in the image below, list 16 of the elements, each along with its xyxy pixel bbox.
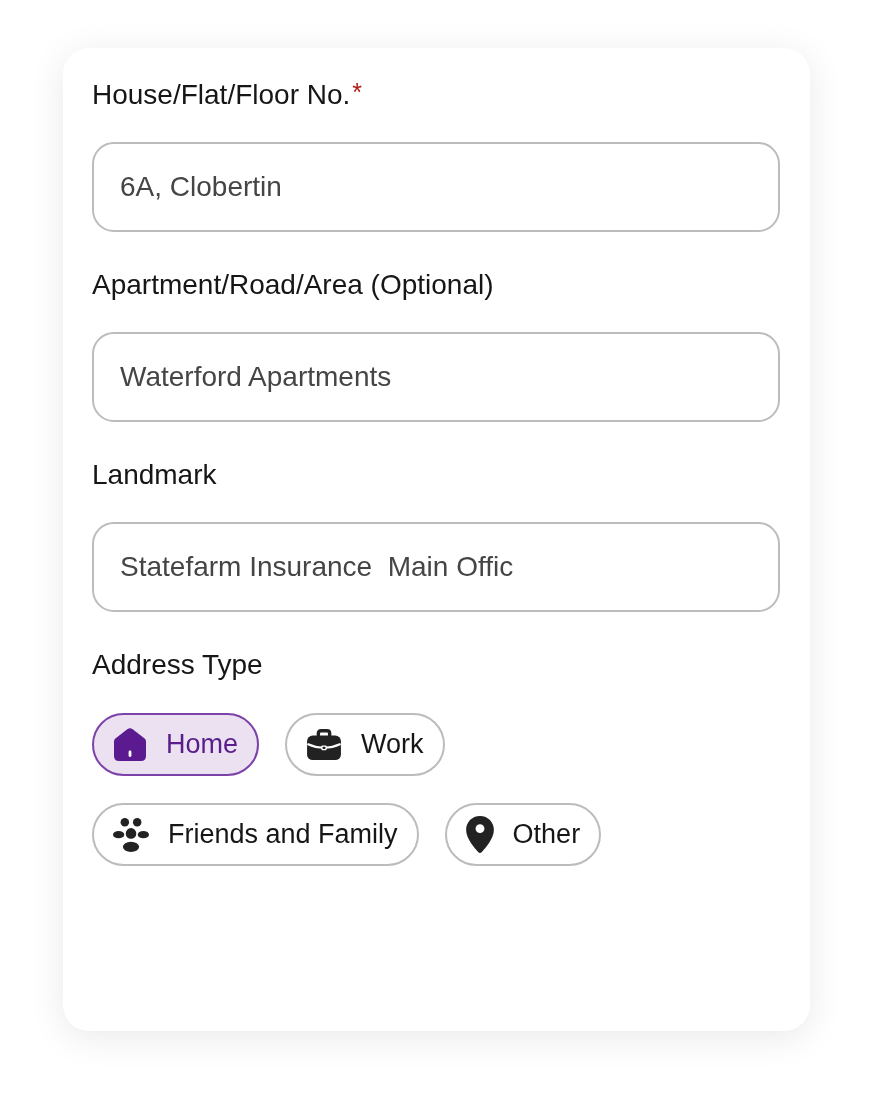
- address-type-chip[interactable]: Work: [285, 713, 445, 776]
- address-type-chip[interactable]: Friends and Family: [92, 803, 419, 866]
- map-pin-icon: [465, 816, 494, 853]
- address-type-chip[interactable]: Other: [444, 803, 602, 866]
- field-label: House/Flat/Floor No.: [92, 80, 351, 110]
- field-label: Apartment/Road/Area (Optional): [92, 270, 494, 300]
- text-input-field[interactable]: 6A, Clobertin: [92, 142, 780, 232]
- address-type-label: Address Type: [92, 650, 263, 680]
- required-asterisk: *: [352, 80, 363, 104]
- people-group-icon: [113, 817, 149, 852]
- home-icon: [113, 727, 147, 762]
- text-input-field[interactable]: Statefarm Insurance Main Offic: [92, 522, 780, 612]
- briefcase-icon: [306, 728, 343, 761]
- field-label: Landmark: [92, 460, 217, 490]
- text-input-field[interactable]: Waterford Apartments: [92, 332, 780, 422]
- address-type-chip[interactable]: Home: [92, 713, 260, 776]
